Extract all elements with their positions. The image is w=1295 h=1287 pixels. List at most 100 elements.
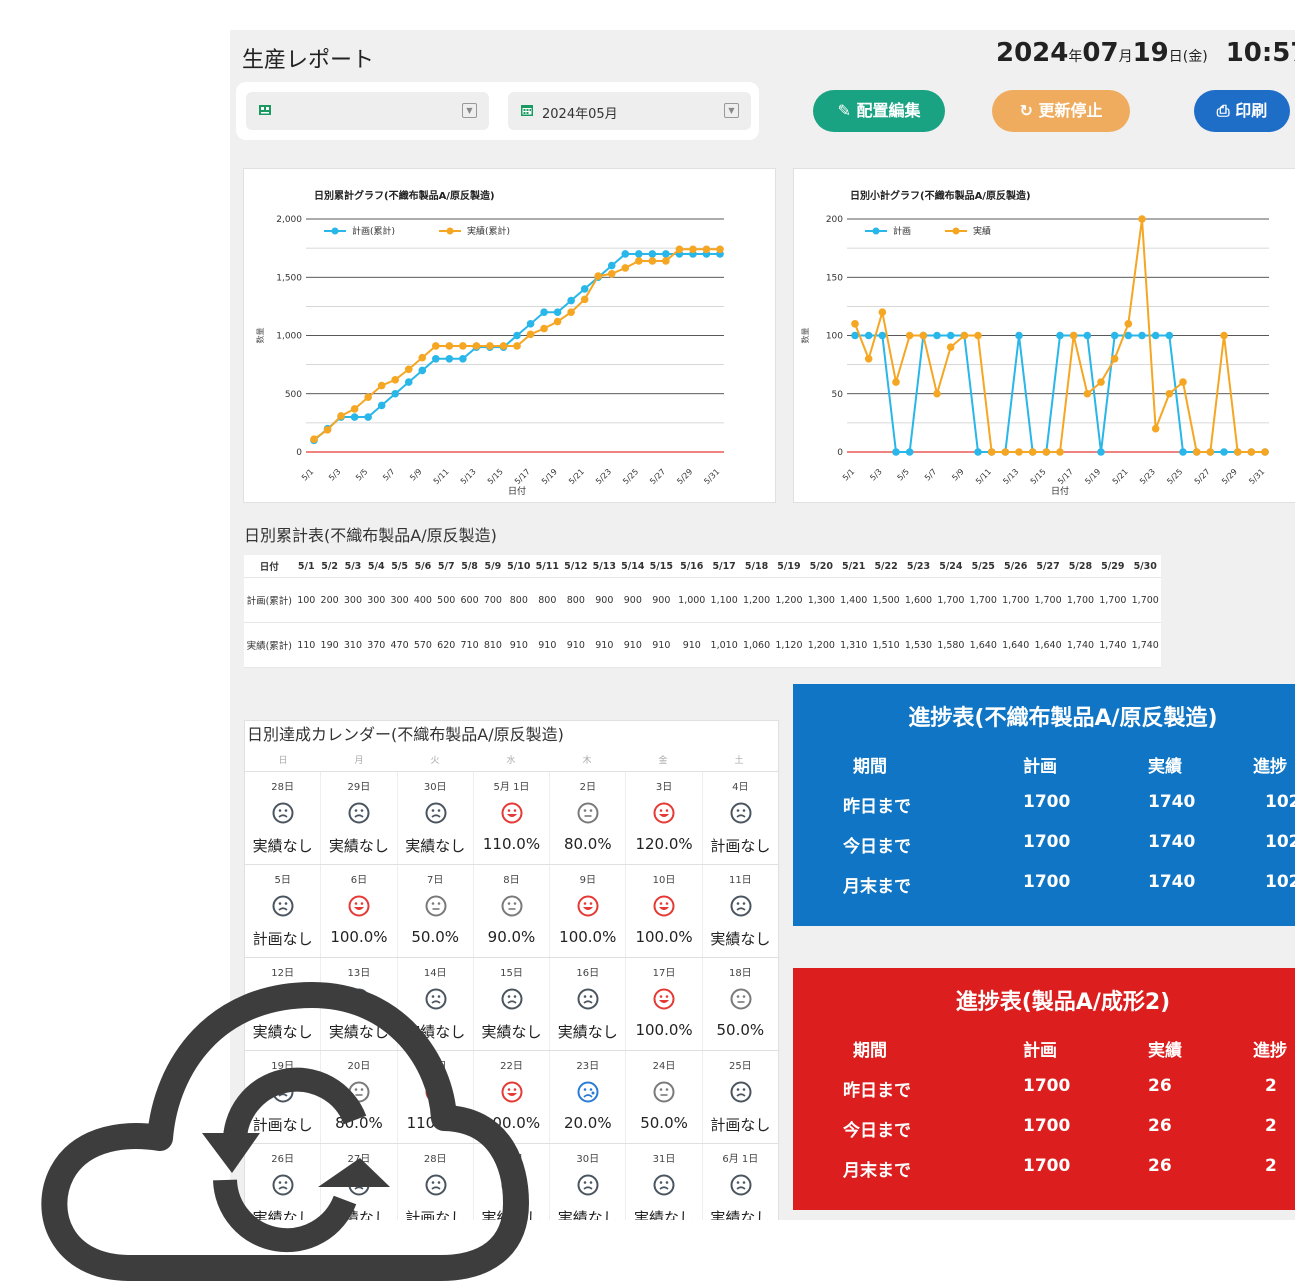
sad-face-icon bbox=[577, 988, 599, 1010]
calendar-day-cell: 18日 50.0% bbox=[701, 958, 778, 1050]
data-point bbox=[1138, 215, 1146, 223]
table-header-cell: 5/5 bbox=[387, 555, 412, 578]
table-header-cell: 5/17 bbox=[707, 555, 741, 578]
achievement-value: 120.0% bbox=[635, 835, 693, 853]
calendar-date: 30日 bbox=[423, 782, 447, 793]
table-row: 実績(累計) 110 190 310 370 470 570 620 710 810 910 910 9… bbox=[244, 622, 1162, 668]
table-header-cell: 5/26 bbox=[999, 555, 1032, 578]
data-point bbox=[851, 320, 859, 328]
data-point bbox=[377, 401, 386, 410]
x-tick-label: 5/5 bbox=[354, 467, 369, 482]
x-tick-label: 5/9 bbox=[408, 467, 423, 482]
data-point bbox=[404, 365, 413, 374]
achievement-value: 実績なし bbox=[328, 837, 389, 855]
table-cell: 1,510 bbox=[869, 622, 903, 668]
table-header-cell: 5/7 bbox=[434, 555, 458, 578]
data-point bbox=[689, 245, 697, 254]
progress-rate: 2 bbox=[1265, 1156, 1277, 1176]
month-select[interactable]: 2024年05月 ▼ bbox=[508, 92, 751, 130]
sad-face-icon bbox=[272, 895, 294, 917]
table-cell: 110 bbox=[294, 622, 318, 668]
month-value: 07 bbox=[1082, 38, 1119, 68]
sad-face-icon bbox=[577, 1174, 599, 1196]
data-point bbox=[919, 331, 928, 340]
data-point bbox=[675, 245, 684, 254]
x-tick-label: 5/7 bbox=[381, 467, 396, 482]
progress-header: 計画 bbox=[1023, 1041, 1057, 1061]
table-header-cell: 5/15 bbox=[647, 555, 676, 578]
print-button[interactable]: ⎙ 印刷 bbox=[1194, 90, 1290, 132]
data-point bbox=[513, 342, 521, 350]
x-axis-label: 日付 bbox=[508, 486, 526, 497]
data-point bbox=[1124, 320, 1133, 328]
sad-face-icon bbox=[730, 895, 752, 917]
data-point bbox=[905, 448, 914, 456]
table-header-cell: 5/13 bbox=[590, 555, 619, 578]
calendar-day-cell: 4日 計画なし bbox=[701, 772, 778, 864]
data-point bbox=[350, 405, 359, 413]
table-cell: 300 bbox=[364, 577, 388, 623]
print-label: 印刷 bbox=[1235, 101, 1268, 120]
cumulative-chart: 日別累計グラフ(不織布製品A/原反製造) 0 500 1,000 1,500 2,000 5… bbox=[255, 189, 724, 497]
progress-period: 月末まで bbox=[843, 1161, 911, 1181]
data-point bbox=[974, 448, 982, 456]
data-point bbox=[418, 366, 427, 375]
table-header-cell: 5/4 bbox=[364, 555, 388, 578]
progress-actual: 1740 bbox=[1148, 872, 1196, 892]
stop-refresh-button[interactable]: ↻ 更新停止 bbox=[992, 90, 1130, 132]
data-point bbox=[864, 331, 873, 340]
x-tick-label: 5/21 bbox=[1111, 467, 1130, 486]
neutral-face-icon bbox=[653, 1081, 675, 1103]
calendar-date: 10日 bbox=[652, 875, 676, 886]
data-point bbox=[580, 295, 589, 304]
product-select[interactable]: ▼ bbox=[246, 92, 489, 130]
data-point bbox=[1179, 378, 1187, 386]
calendar-day-cell: 10日 100.0% bbox=[625, 865, 701, 957]
day-unit: 日 bbox=[1168, 49, 1183, 65]
data-point bbox=[878, 331, 887, 340]
table-cell: 800 bbox=[561, 577, 591, 623]
sad-face-icon bbox=[730, 1174, 752, 1196]
data-point bbox=[1015, 331, 1023, 340]
table-cell: 1,700 bbox=[967, 577, 1000, 623]
x-tick-label: 5/19 bbox=[1083, 467, 1102, 486]
progress-title: 進捗表(不織布製品A/原反製造) bbox=[908, 706, 1218, 731]
table-cell: 800 bbox=[504, 577, 534, 623]
calendar-date: 31日 bbox=[652, 1154, 676, 1165]
progress-rate: 102 bbox=[1265, 832, 1295, 852]
calendar-day-cell: 31日 実績なし bbox=[625, 1144, 701, 1220]
day-value: 19 bbox=[1132, 38, 1169, 68]
progress-plan: 1700 bbox=[1023, 872, 1071, 892]
progress-rate: 2 bbox=[1265, 1116, 1277, 1136]
daily-chart-card: 日別小計グラフ(不織布製品A/原反製造) 0 50 100 150 200 5/1 5/3 5/… bbox=[793, 168, 1295, 503]
calendar-week-row: 28日 実績なし 29日 実績なし 30日 実績なし 5月 1日 110.0% 2日 80.0% 3… bbox=[245, 771, 778, 864]
table-header-cell: 5/14 bbox=[618, 555, 648, 578]
y-tick-label: 1,500 bbox=[276, 273, 302, 283]
table-header-cell: 5/22 bbox=[869, 555, 903, 578]
achievement-value: 100.0% bbox=[635, 1021, 693, 1039]
year-value: 2024 bbox=[996, 38, 1069, 68]
table-cell: 1,640 bbox=[1031, 622, 1065, 668]
chevron-down-icon[interactable]: ▼ bbox=[724, 103, 739, 118]
weekday-label: 土 bbox=[734, 756, 744, 766]
y-tick-label: 0 bbox=[837, 448, 843, 458]
edit-layout-button[interactable]: ✎ 配置編集 bbox=[813, 90, 945, 132]
calendar-day-cell: 24日 50.0% bbox=[625, 1051, 701, 1143]
neutral-face-icon bbox=[425, 895, 447, 917]
pencil-icon: ✎ bbox=[837, 101, 851, 120]
calendar-date: 16日 bbox=[576, 968, 600, 979]
chart-title: 日別累計グラフ(不織布製品A/原反製造) bbox=[314, 189, 495, 202]
chevron-down-icon[interactable]: ▼ bbox=[462, 103, 477, 118]
data-point bbox=[594, 272, 602, 280]
data-point bbox=[1001, 448, 1010, 456]
x-tick-label: 5/11 bbox=[974, 467, 993, 486]
table-cell: 1,700 bbox=[1064, 577, 1097, 623]
progress-plan: 1700 bbox=[1023, 792, 1071, 812]
data-point bbox=[1028, 448, 1037, 456]
table-cell: 1,120 bbox=[772, 622, 806, 668]
data-point bbox=[364, 393, 372, 402]
table-header-cell: 5/16 bbox=[675, 555, 708, 578]
x-tick-label: 5/15 bbox=[486, 467, 505, 486]
table-header-cell: 5/6 bbox=[411, 555, 435, 578]
daily-chart: 日別小計グラフ(不織布製品A/原反製造) 0 50 100 150 200 5/1 5/3 5/… bbox=[800, 189, 1269, 497]
